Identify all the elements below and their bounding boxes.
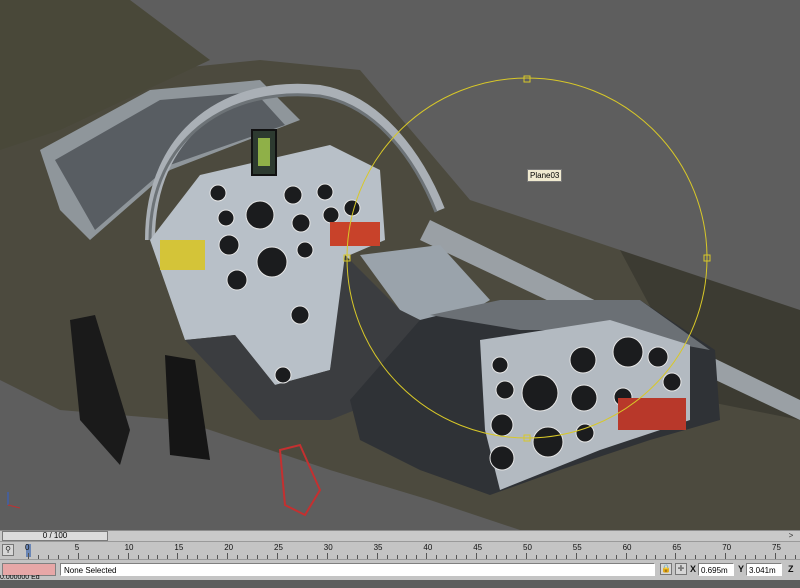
time-slider-thumb[interactable]: 0 / 100 <box>2 531 108 541</box>
trackbar-tick-label: 65 <box>672 543 682 552</box>
trackbar-tick-label: 60 <box>622 543 632 552</box>
maxscript-listener-tail: 0.000000 Ed <box>0 575 40 581</box>
trackbar-tick-label: 20 <box>224 543 234 552</box>
trackbar-tick-label: 30 <box>323 543 333 552</box>
next-frame-arrow-icon[interactable]: > <box>784 531 798 541</box>
trackbar-tick-label: 55 <box>572 543 582 552</box>
key-filter-icon[interactable]: ⚲ <box>2 544 14 556</box>
y-axis-label: Y <box>738 564 745 574</box>
x-axis-label: X <box>690 564 697 574</box>
trackbar-tick-label: 10 <box>124 543 134 552</box>
trackbar-tick-label: 5 <box>74 543 80 552</box>
y-coordinate-field[interactable]: 3.041m <box>746 563 782 576</box>
trackbar-tick-label: 40 <box>423 543 433 552</box>
lock-selection-icon[interactable]: 🔒 <box>660 563 672 575</box>
trackbar-tick-label: 25 <box>274 543 283 552</box>
trackbar[interactable]: ⚲ 0 5 10 15 20 25 30 35 40 45 50 55 60 65 70 75 <box>0 541 800 560</box>
perspective-viewport[interactable]: Plane03 <box>0 0 800 530</box>
x-coordinate-field[interactable]: 0.695m <box>698 563 734 576</box>
cockpit-scene <box>0 0 800 530</box>
trackbar-tick-label: 75 <box>772 543 781 552</box>
trackbar-tick-label: 35 <box>373 543 383 552</box>
object-name-label: Plane03 <box>527 169 563 182</box>
absolute-mode-icon[interactable]: ✛ <box>675 563 687 575</box>
trackbar-tick-label: 0 <box>25 543 30 552</box>
trackbar-tick-label: 15 <box>174 543 184 552</box>
z-axis-label: Z <box>788 564 794 574</box>
trackbar-tick-label: 70 <box>722 543 732 552</box>
trackbar-tick-label: 50 <box>523 543 532 552</box>
selection-status: None Selected <box>60 563 655 576</box>
trackbar-tick-label: 45 <box>473 543 483 552</box>
status-bar: 0.000000 Ed None Selected 🔒 ✛ X 0.695m Y… <box>0 559 800 581</box>
